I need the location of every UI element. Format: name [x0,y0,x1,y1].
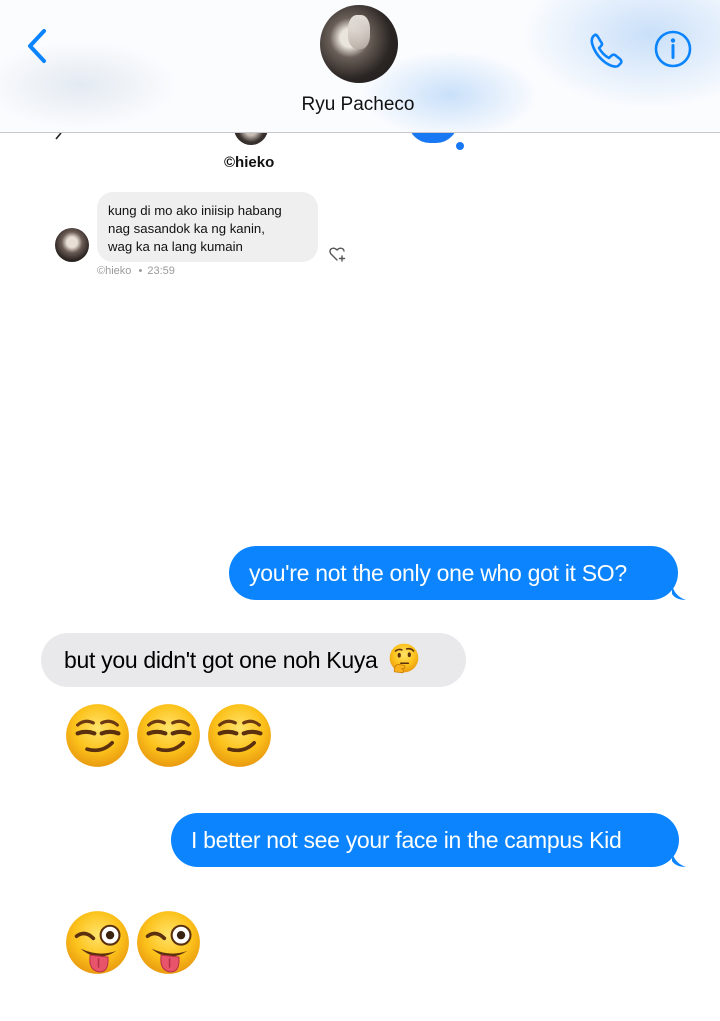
tweet-avatar [55,228,89,262]
tweet-meta: ©hieko • 23:59 [97,265,175,277]
emoji-only-message[interactable] [64,909,202,976]
contact-name[interactable]: Ryu Pacheco [0,94,716,116]
received-message-bubble[interactable]: but you didn't got one noh Kuya [41,633,466,687]
sent-message-bubble[interactable]: I better not see your face in the campus… [171,813,679,867]
winking-face-with-tongue-emoji [64,909,131,976]
tweet-time: 23:59 [147,265,175,277]
call-button[interactable] [586,30,628,72]
shared-screenshot-image[interactable]: ©hieko kung di mo ako iniisip habang nag… [0,133,720,283]
avatar-photo [348,15,370,49]
winking-face-with-tongue-emoji [135,909,202,976]
phone-icon [590,33,623,68]
chevron-fragment-icon [55,133,62,140]
info-icon [654,30,692,68]
cropped-avatar [234,133,268,145]
message-text: but you didn't got one noh Kuya [64,647,378,673]
tweet-line: wag ka na lang kumain [108,239,243,254]
contact-avatar[interactable] [320,5,398,83]
smirking-face-emoji [135,702,202,769]
tweet-author: ©hieko [97,265,132,277]
cropped-bubble [408,133,458,143]
smirking-face-emoji [206,702,273,769]
back-button[interactable] [18,26,58,66]
tweet-line: nag sasandok ka ng kanin, [108,221,265,236]
chevron-left-icon [28,29,46,63]
emoji-only-message[interactable] [64,702,273,769]
cropped-dot [456,142,464,150]
message-text: I better not see your face in the campus… [191,827,622,853]
sent-message-bubble[interactable]: you're not the only one who got it SO? [229,546,678,600]
tweet-separator: • [138,265,143,277]
bubble-tail [672,584,686,600]
message-text: you're not the only one who got it SO? [249,560,627,586]
thinking-face-emoji [389,643,418,674]
tweet-line: kung di mo ako iniisip habang [108,203,282,218]
conversation-header: Ryu Pacheco [0,0,720,133]
bubble-tail [672,851,686,867]
smirking-face-emoji [64,702,131,769]
info-button[interactable] [652,28,694,70]
heart-plus-icon [329,247,346,262]
tweet-bubble: kung di mo ako iniisip habang nag sasand… [97,192,318,262]
watermark-text: ©hieko [224,154,275,171]
